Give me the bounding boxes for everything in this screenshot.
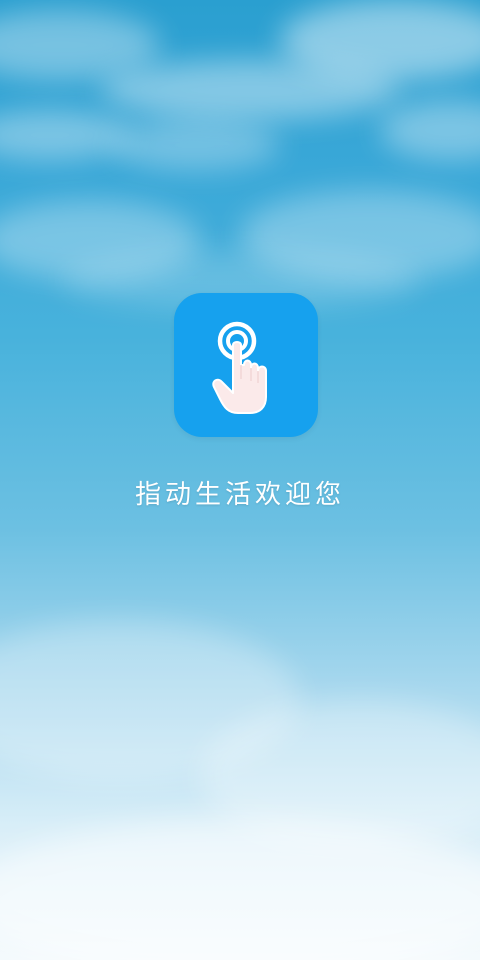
app-logo (174, 293, 318, 437)
welcome-message: 指动生活欢迎您 (134, 480, 345, 510)
tap-hand-icon (212, 321, 267, 414)
